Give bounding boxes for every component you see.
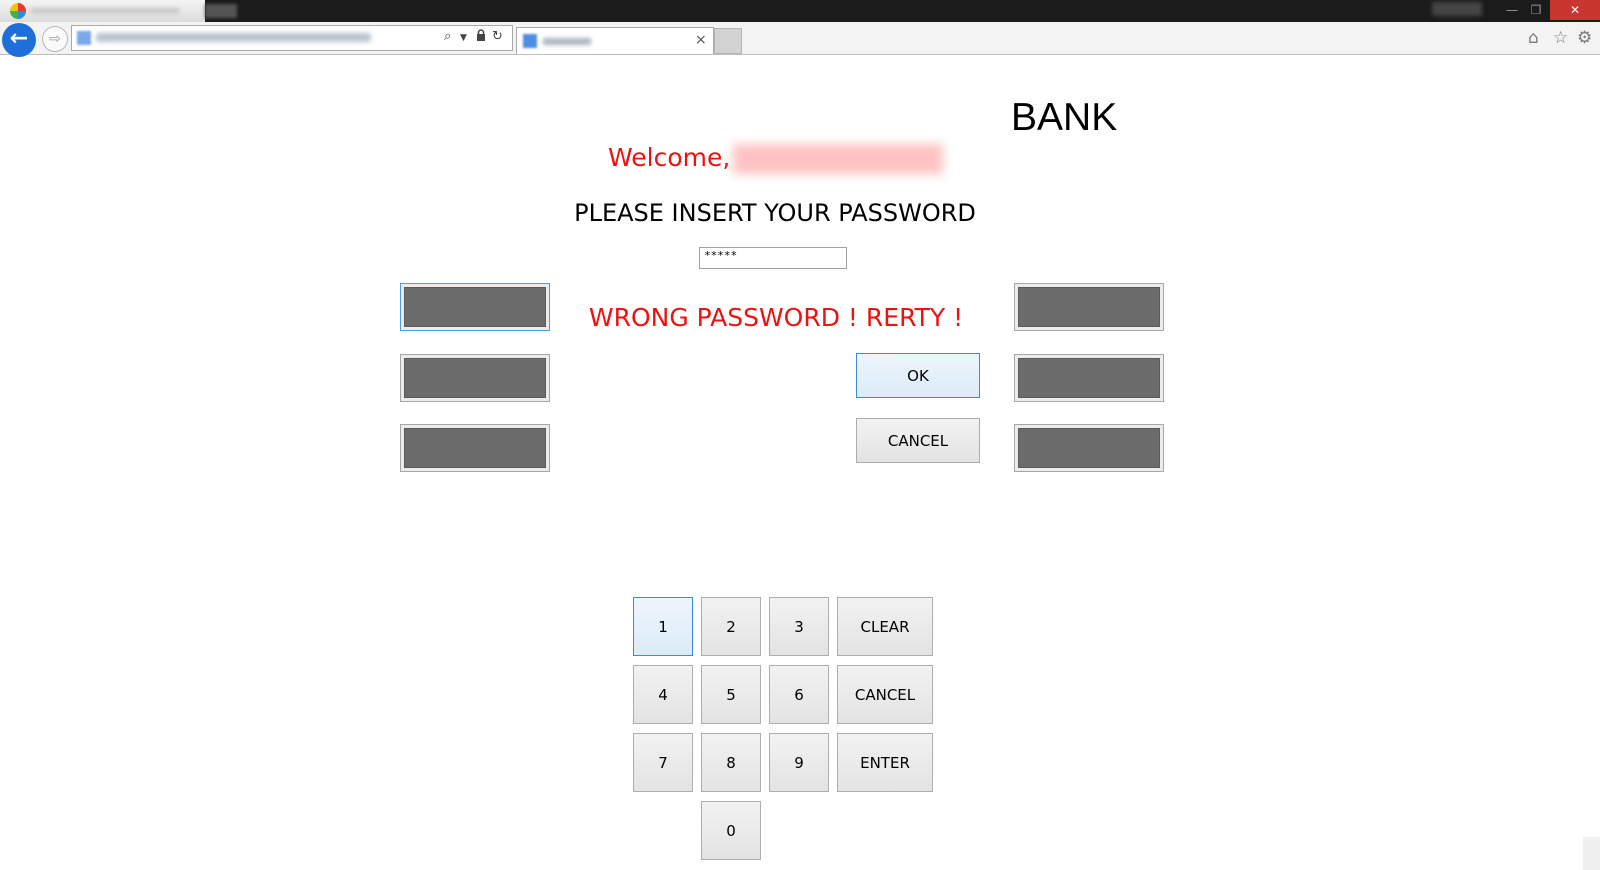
blurred-user-badge <box>1432 2 1482 16</box>
blurred-extra-tab[interactable] <box>205 4 237 18</box>
tab-google[interactable]: × <box>516 27 714 54</box>
blurred-tab-label <box>543 38 591 45</box>
redacted-user-name <box>733 144 943 174</box>
search-icon[interactable]: ⌕ <box>444 29 451 44</box>
tab-close-icon[interactable]: × <box>695 32 707 48</box>
google-favicon-icon <box>523 34 537 48</box>
browser-logo-icon <box>10 3 26 19</box>
side-button-right-1[interactable] <box>1014 283 1164 331</box>
keypad-key-5[interactable]: 5 <box>701 665 761 724</box>
lock-icon[interactable] <box>476 29 486 46</box>
password-prompt: PLEASE INSERT YOUR PASSWORD <box>574 199 976 227</box>
blurred-tab-title <box>30 8 180 14</box>
new-tab-button[interactable] <box>714 28 742 54</box>
side-button-face <box>404 428 546 468</box>
minimize-button[interactable]: — <box>1500 0 1524 20</box>
side-button-left-2[interactable] <box>400 354 550 402</box>
keypad-clear-button[interactable]: CLEAR <box>837 597 933 656</box>
blurred-url-text <box>96 33 371 42</box>
scrollbar-corner <box>1583 837 1600 870</box>
browser-navbar: ← ⇨ ⌕ ▼ ↻ × ⌂ ☆ ⚙ <box>0 22 1600 57</box>
side-button-face <box>1018 428 1160 468</box>
ok-button[interactable]: OK <box>856 353 980 398</box>
keypad-key-6[interactable]: 6 <box>769 665 829 724</box>
back-button[interactable]: ← <box>2 23 36 57</box>
window-titlebar <box>0 0 1600 22</box>
keypad-key-4[interactable]: 4 <box>633 665 693 724</box>
welcome-label: Welcome, <box>608 143 731 172</box>
keypad-key-9[interactable]: 9 <box>769 733 829 792</box>
star-icon[interactable]: ☆ <box>1553 28 1568 48</box>
side-button-face <box>404 287 546 327</box>
keypad-key-3[interactable]: 3 <box>769 597 829 656</box>
side-button-left-1[interactable] <box>400 283 550 331</box>
side-button-face <box>1018 358 1160 398</box>
maximize-button[interactable]: ❐ <box>1524 0 1548 20</box>
side-button-left-3[interactable] <box>400 424 550 472</box>
forward-button[interactable]: ⇨ <box>42 26 68 52</box>
close-window-button[interactable]: ✕ <box>1550 0 1600 20</box>
keypad-enter-button[interactable]: ENTER <box>837 733 933 792</box>
error-message: WRONG PASSWORD ! RERTY ! <box>588 303 964 332</box>
keypad-cancel-button[interactable]: CANCEL <box>837 665 933 724</box>
home-icon[interactable]: ⌂ <box>1528 28 1539 48</box>
cancel-button[interactable]: CANCEL <box>856 418 980 463</box>
keypad-key-0[interactable]: 0 <box>701 801 761 860</box>
keypad-key-8[interactable]: 8 <box>701 733 761 792</box>
side-button-face <box>404 358 546 398</box>
side-button-right-3[interactable] <box>1014 424 1164 472</box>
keypad-key-2[interactable]: 2 <box>701 597 761 656</box>
keypad-key-1[interactable]: 1 <box>633 597 693 656</box>
gear-icon[interactable]: ⚙ <box>1577 28 1592 48</box>
address-bar[interactable]: ⌕ ▼ ↻ <box>71 25 513 51</box>
dropdown-icon[interactable]: ▼ <box>460 33 467 43</box>
site-favicon-icon <box>77 31 91 45</box>
keypad-key-7[interactable]: 7 <box>633 733 693 792</box>
side-button-face <box>1018 287 1160 327</box>
side-button-right-2[interactable] <box>1014 354 1164 402</box>
password-field[interactable]: ***** <box>699 247 847 269</box>
refresh-icon[interactable]: ↻ <box>492 29 503 44</box>
browser-tab-strip <box>0 0 205 23</box>
bank-title: BANK <box>1011 96 1118 139</box>
